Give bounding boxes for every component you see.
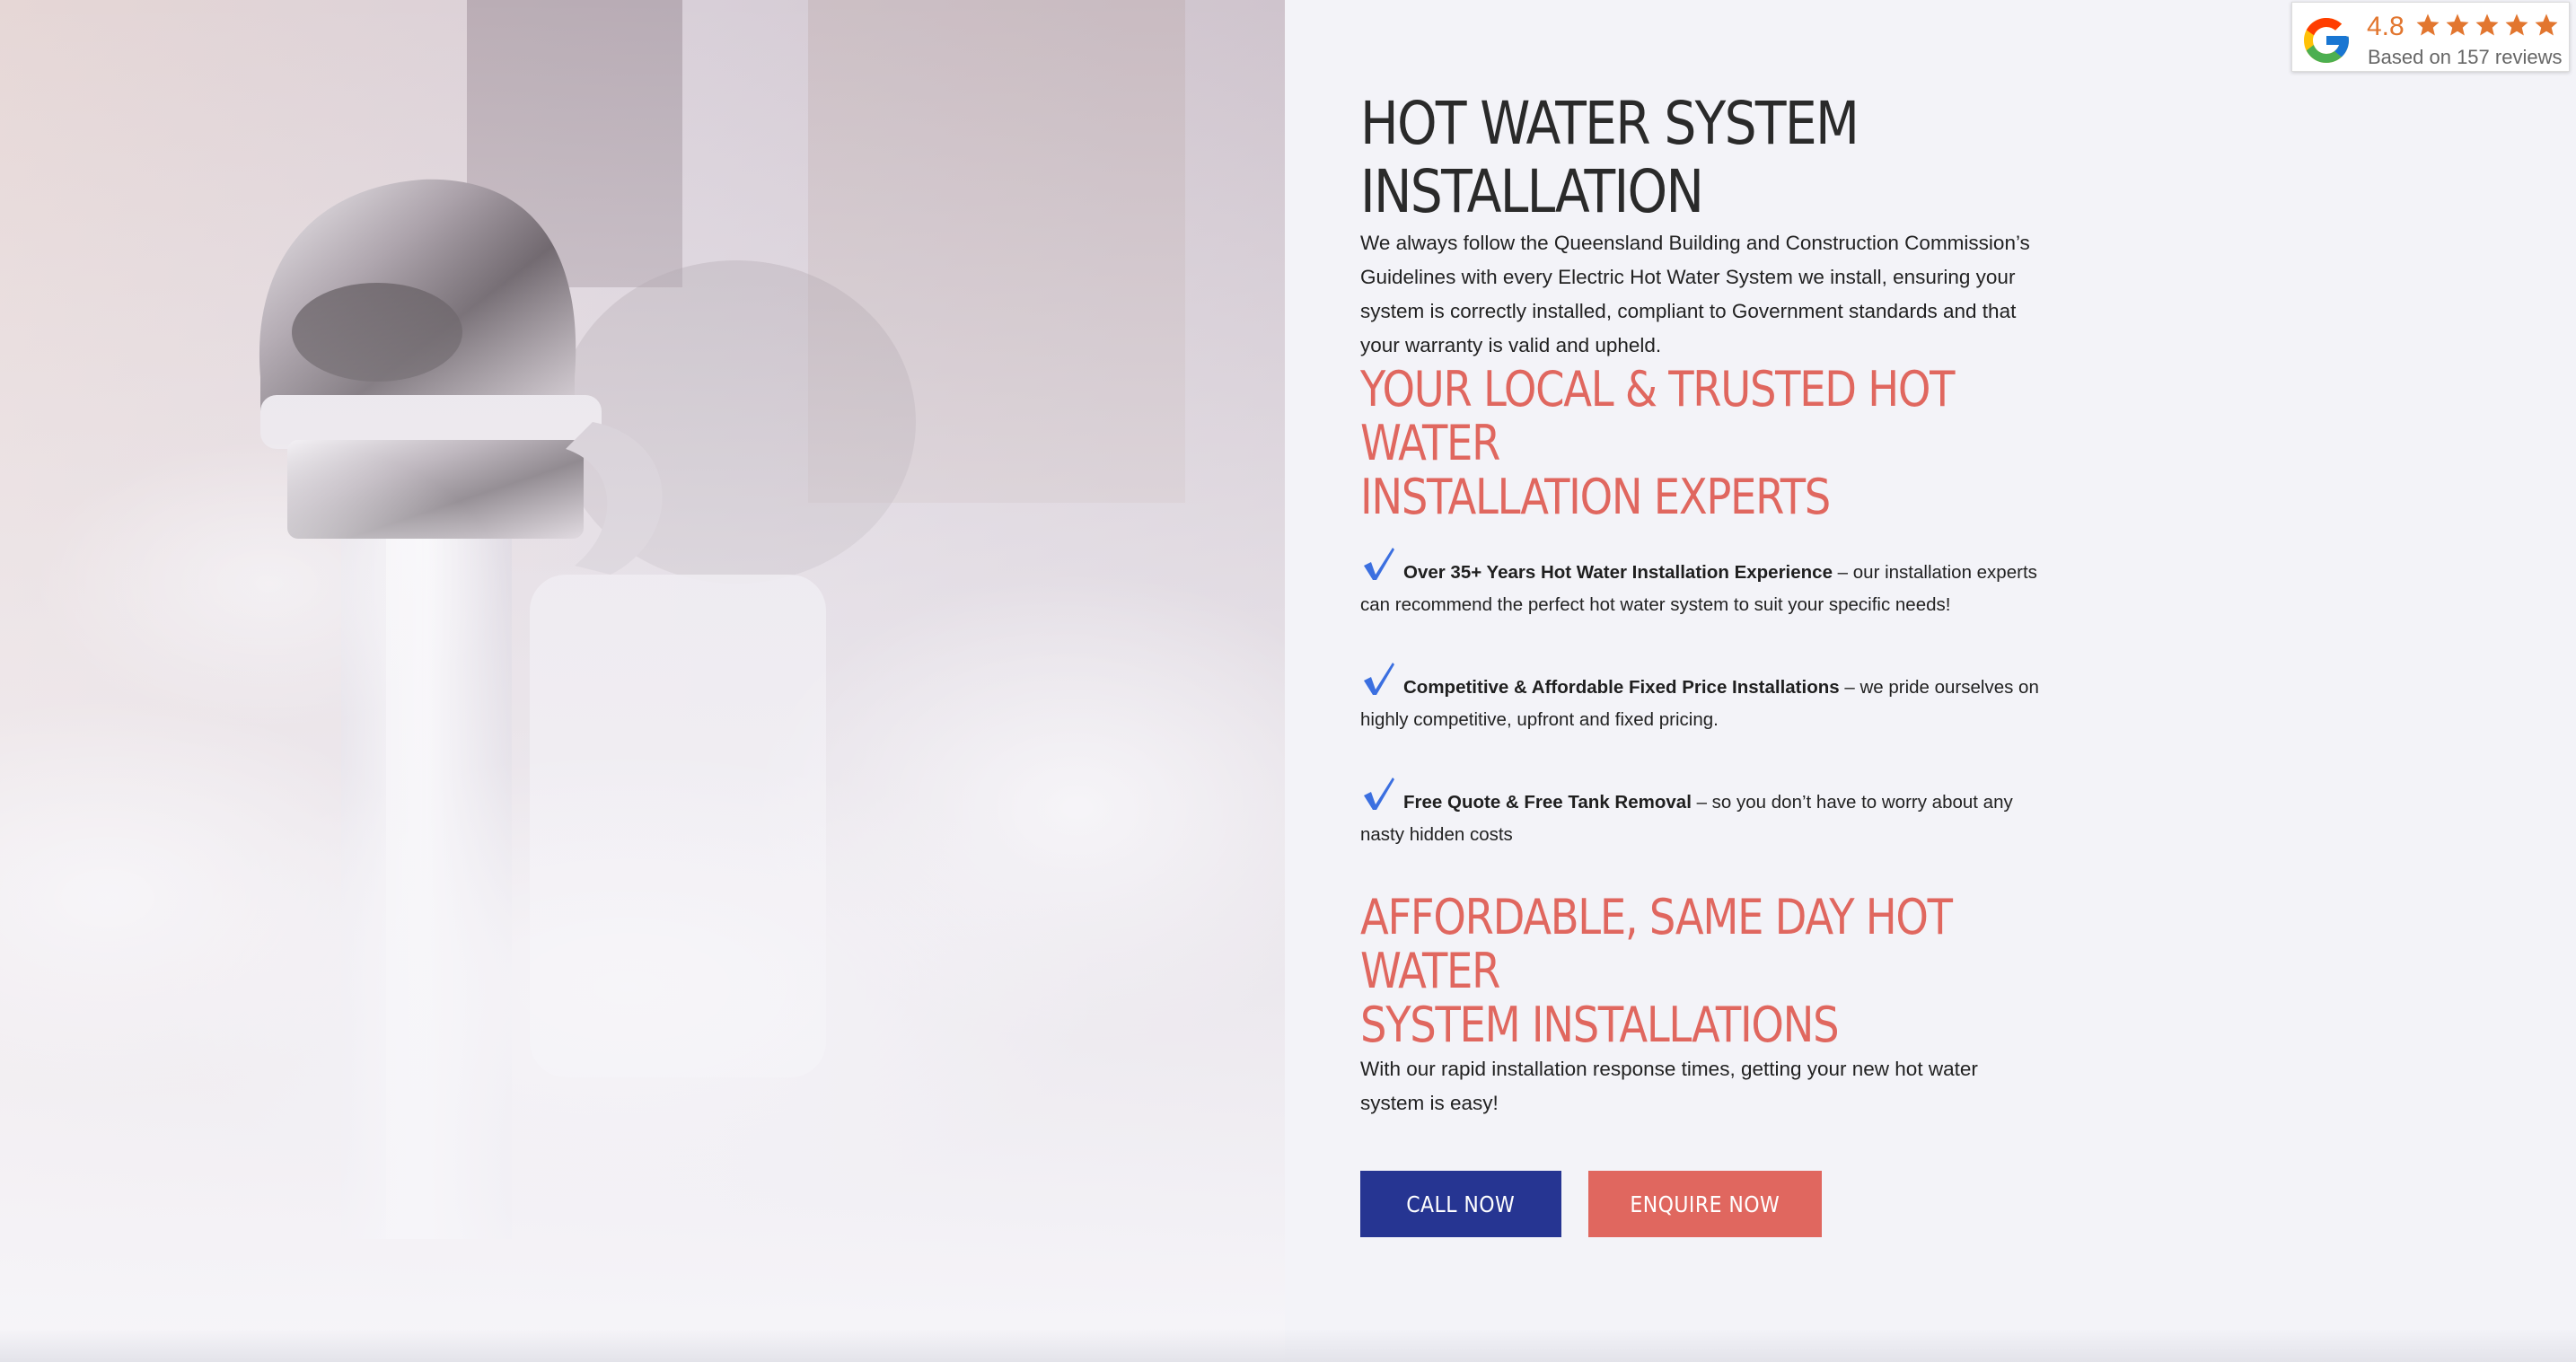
page-title-line-2: INSTALLATION xyxy=(1360,157,1704,226)
enquire-now-button[interactable]: ENQUIRE NOW xyxy=(1588,1171,1822,1237)
checkmark-icon xyxy=(1360,661,1396,697)
page-title: HOT WATER SYSTEM INSTALLATION xyxy=(1360,90,1993,226)
review-count: Based on 157 reviews xyxy=(2368,46,2563,68)
content-column: HOT WATER SYSTEM INSTALLATION We always … xyxy=(1360,90,2043,1237)
feature-title: Competitive & Affordable Fixed Price Ins… xyxy=(1403,677,1840,698)
enquire-now-label: ENQUIRE NOW xyxy=(1630,1191,1780,1217)
star-icon xyxy=(2475,13,2499,36)
feature-title: Over 35+ Years Hot Water Installation Ex… xyxy=(1403,562,1833,583)
google-rating-badge[interactable]: 4.8 Based on 157 reviews xyxy=(2291,2,2570,72)
rating-value: 4.8 xyxy=(2367,12,2405,41)
section-heading-experts-line-1: YOUR LOCAL & TRUSTED HOT WATER xyxy=(1360,361,1955,471)
feature-item: Competitive & Affordable Fixed Price Ins… xyxy=(1360,661,2043,736)
checkmark-icon xyxy=(1360,546,1396,582)
star-icon xyxy=(2416,13,2440,36)
section-heading-experts-line-2: INSTALLATION EXPERTS xyxy=(1360,469,1831,525)
outro-paragraph: With our rapid installation response tim… xyxy=(1360,1058,1978,1114)
intro-paragraph: We always follow the Queensland Building… xyxy=(1360,232,2030,356)
call-now-label: CALL NOW xyxy=(1406,1191,1516,1217)
call-now-button[interactable]: CALL NOW xyxy=(1360,1171,1561,1237)
section-heading-same-day: AFFORDABLE, SAME DAY HOT WATER SYSTEM IN… xyxy=(1360,891,2025,1052)
feature-list: Over 35+ Years Hot Water Installation Ex… xyxy=(1360,546,2043,851)
faucet-illustration xyxy=(0,0,1285,1362)
hero-image xyxy=(0,0,1285,1362)
star-icon xyxy=(2505,13,2528,36)
star-icon xyxy=(2446,13,2469,36)
feature-title: Free Quote & Free Tank Removal xyxy=(1403,792,1692,813)
cta-buttons: CALL NOW ENQUIRE NOW xyxy=(1360,1171,2043,1237)
star-rating xyxy=(2414,12,2560,39)
bottom-shadow xyxy=(0,1329,2576,1362)
section-heading-same-day-line-2: SYSTEM INSTALLATIONS xyxy=(1360,997,1840,1053)
google-logo-icon xyxy=(2304,18,2349,63)
section-heading-experts: YOUR LOCAL & TRUSTED HOT WATER INSTALLAT… xyxy=(1360,363,2025,524)
page-title-line-1: HOT WATER SYSTEM xyxy=(1360,89,1859,158)
feature-item: Over 35+ Years Hot Water Installation Ex… xyxy=(1360,546,2043,621)
checkmark-icon xyxy=(1360,776,1396,812)
feature-item: Free Quote & Free Tank Removal – so you … xyxy=(1360,776,2043,851)
star-icon xyxy=(2535,13,2558,36)
section-heading-same-day-line-1: AFFORDABLE, SAME DAY HOT WATER xyxy=(1360,889,1953,999)
